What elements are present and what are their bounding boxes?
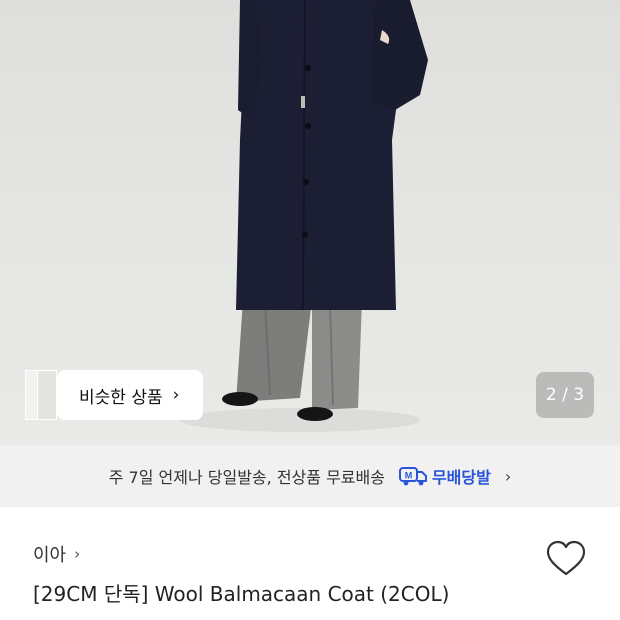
free-delivery-badge: 무배당발 — [431, 468, 491, 487]
delivery-banner-text: 주 7일 언제나 당일발송, 전상품 무료배송 — [108, 468, 385, 487]
product-title: [29CM 단독] Wool Balmacaan Coat (2COL) — [33, 582, 450, 606]
chevron-right-icon: › — [172, 385, 180, 405]
store-name: 이아 — [33, 545, 67, 566]
image-counter: 2 / 3 — [536, 372, 594, 418]
delivery-banner[interactable]: 주 7일 언제나 당일발송, 전상품 무료배송 M 무배당발 › — [0, 445, 620, 507]
chevron-right-icon: › — [504, 466, 512, 486]
delivery-truck-icon: M — [398, 466, 427, 486]
product-image-carousel[interactable]: 비슷한 상품 › 2 / 3 — [0, 0, 620, 445]
similar-products-button[interactable]: 비슷한 상품 › — [25, 370, 203, 420]
store-link[interactable]: 이아 › — [33, 541, 80, 567]
similar-products-thumbnail — [25, 370, 57, 420]
heart-outline-icon[interactable] — [546, 540, 586, 578]
svg-text:M: M — [405, 471, 413, 481]
similar-products-pill[interactable]: 비슷한 상품 › — [57, 370, 203, 420]
similar-products-label: 비슷한 상품 — [79, 387, 163, 408]
chevron-right-icon: › — [74, 545, 81, 563]
